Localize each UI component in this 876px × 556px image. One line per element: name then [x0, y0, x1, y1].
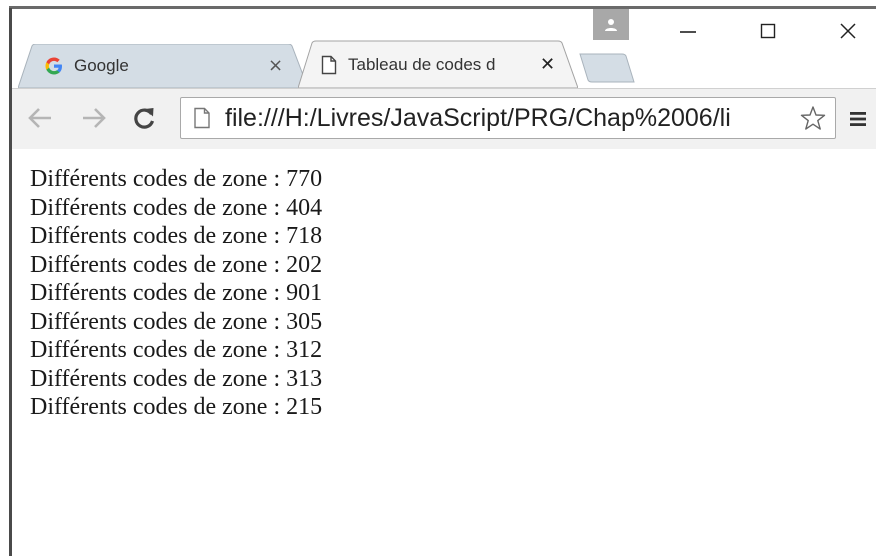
new-tab-icon — [579, 53, 635, 83]
forward-button[interactable] — [78, 104, 110, 132]
person-icon — [605, 18, 617, 31]
content-line: Différents codes de zone : 718 — [30, 223, 323, 249]
page-icon — [193, 107, 211, 134]
tab-close-button[interactable]: × — [268, 57, 283, 75]
address-bar[interactable]: file:///H:/Livres/JavaScript/PRG/Chap%20… — [180, 97, 836, 139]
close-window-button[interactable] — [828, 14, 868, 48]
minimize-button[interactable] — [668, 14, 708, 48]
browser-window: Google × Tableau de codes d ✕ file:///H:… — [0, 0, 876, 556]
star-icon — [800, 106, 826, 130]
tab-active[interactable]: Tableau de codes d ✕ — [298, 40, 578, 88]
window-border-top — [9, 6, 876, 9]
content-line: Différents codes de zone : 202 — [30, 251, 323, 278]
maximize-button[interactable] — [748, 14, 788, 48]
tab-label: Google — [74, 56, 129, 75]
tab-label: Tableau de codes d — [348, 55, 496, 74]
content-lines: Différents codes de zone : 770 Différents… — [30, 165, 322, 422]
page-content: Différents codes de zone : 770 Différents… — [12, 149, 876, 556]
new-tab-button[interactable] — [578, 52, 636, 84]
close-icon — [840, 23, 856, 39]
content-line: Différents codes de zone : 901 — [30, 280, 323, 306]
profile-button[interactable] — [593, 9, 629, 40]
bookmark-star-button[interactable] — [797, 102, 829, 134]
maximize-icon — [760, 23, 776, 39]
url-text[interactable]: file:///H:/Livres/JavaScript/PRG/Chap%20… — [225, 103, 795, 133]
page-icon — [320, 54, 338, 76]
content-line: Différents codes de zone : 312 — [30, 337, 323, 363]
back-button[interactable] — [24, 104, 56, 132]
tab-close-button[interactable]: ✕ — [540, 56, 555, 74]
google-g-icon — [42, 54, 66, 78]
reload-icon — [134, 108, 155, 129]
content-line: Différents codes de zone : 313 — [30, 365, 323, 392]
content-line: Différents codes de zone : 215 — [30, 394, 323, 420]
tab-google[interactable]: Google × — [18, 44, 308, 88]
content-line: Différents codes de zone : 404 — [30, 194, 323, 221]
minimize-icon — [680, 31, 696, 33]
arrow-left-icon — [28, 108, 51, 128]
hamburger-menu-icon — [850, 112, 866, 126]
window-border-left — [9, 8, 12, 556]
content-line: Différents codes de zone : 770 — [30, 166, 323, 192]
browser-menu-button[interactable] — [844, 104, 872, 134]
reload-button[interactable] — [128, 104, 160, 132]
arrow-right-icon — [83, 108, 106, 128]
content-line: Différents codes de zone : 305 — [30, 308, 323, 335]
